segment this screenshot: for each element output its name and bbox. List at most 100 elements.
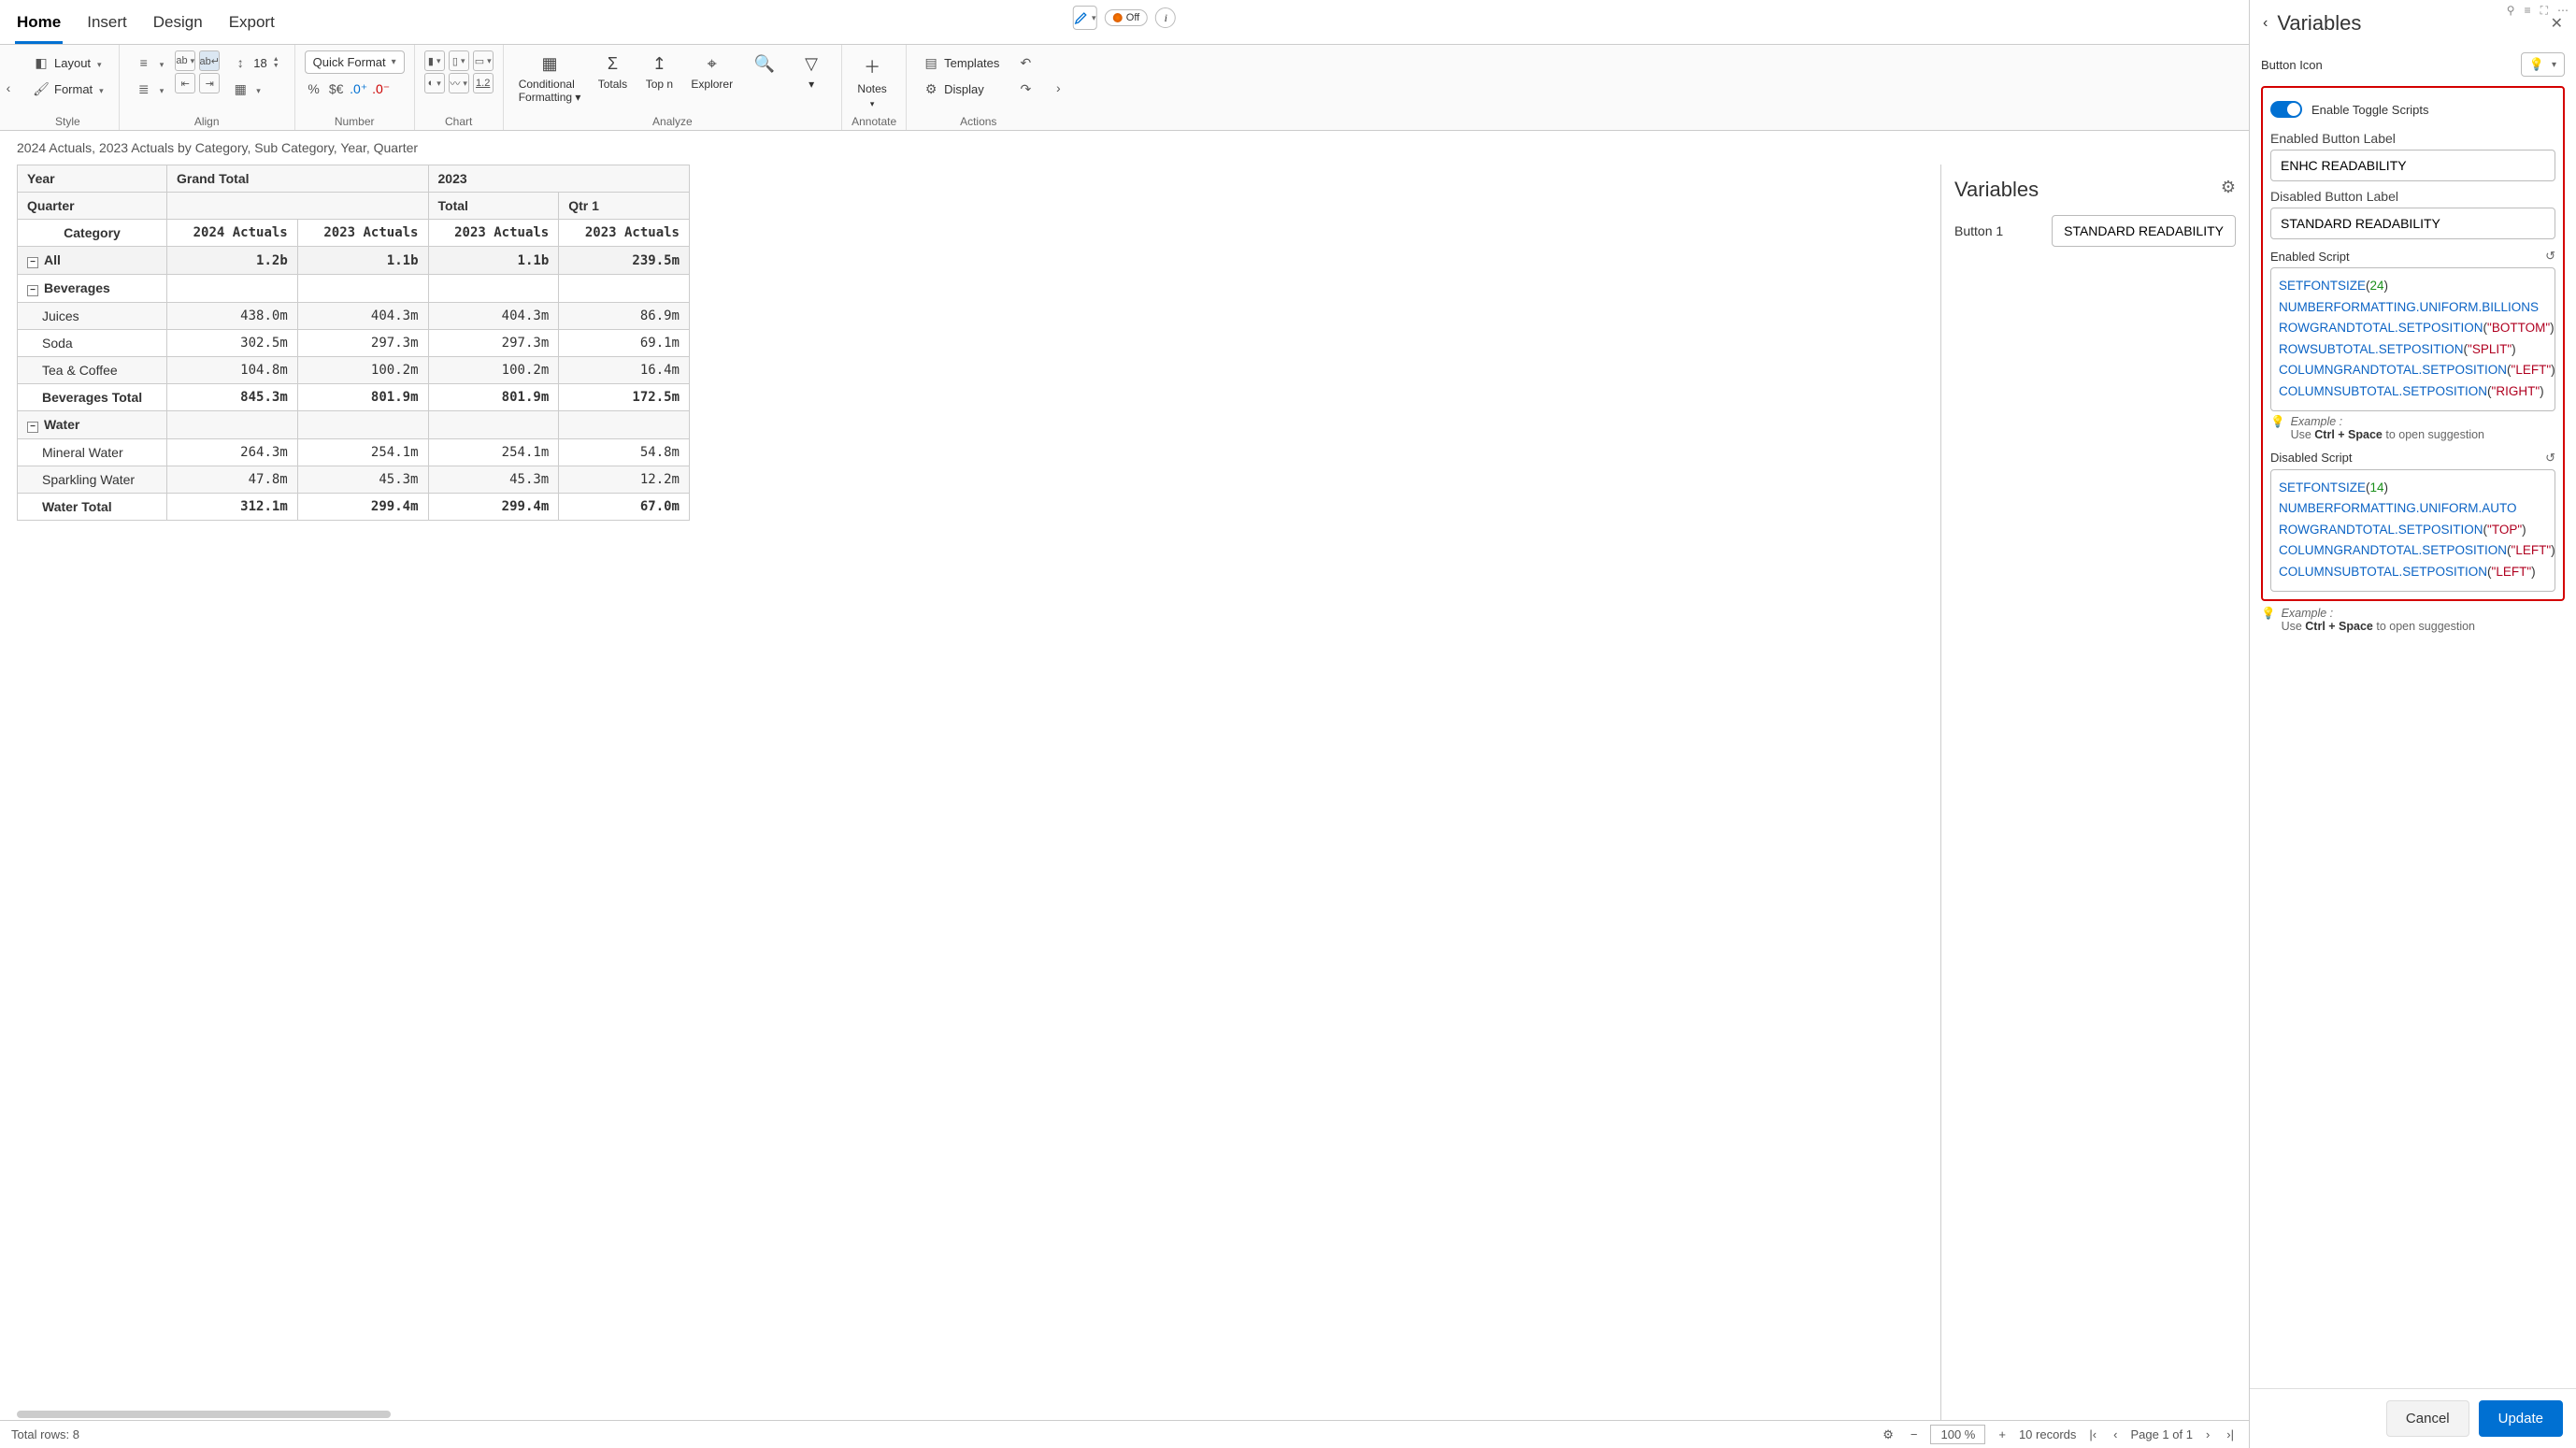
- disabled-button-label: Disabled Button Label: [2270, 189, 2555, 204]
- group-label-chart: Chart: [424, 113, 494, 128]
- status-dot-icon: [1113, 13, 1123, 22]
- variables-preview-panel: ⚙ Variables Button 1 STANDARD READABILIT…: [1940, 165, 2249, 1420]
- status-bar: Total rows: 8 ⚙ − 100 % + 10 records |‹ …: [0, 1420, 2249, 1448]
- filter-icon[interactable]: ≡: [2525, 4, 2531, 18]
- button-icon-select[interactable]: 💡▾: [2521, 52, 2565, 77]
- pin-icon[interactable]: ⚲: [2507, 4, 2515, 18]
- disabled-script-editor[interactable]: SETFONTSIZE(14) NUMBERFORMATTING.UNIFORM…: [2270, 469, 2555, 592]
- totals-button[interactable]: ΣTotals: [592, 50, 633, 94]
- outdent-button[interactable]: ⇤: [175, 73, 195, 93]
- row-soda: Soda302.5m297.3m297.3m69.1m: [18, 330, 690, 357]
- row-beverages-total: Beverages Total845.3m801.9m801.9m172.5m: [18, 384, 690, 411]
- variance-chart-button[interactable]: ◐: [424, 73, 445, 93]
- disabled-button-input[interactable]: [2270, 208, 2555, 239]
- first-page-button[interactable]: |‹: [2085, 1426, 2100, 1443]
- edit-mode-button[interactable]: [1073, 6, 1097, 30]
- info-icon[interactable]: i: [1155, 7, 1176, 28]
- align-center-button[interactable]: ≣: [129, 77, 170, 101]
- stacked-chart-button[interactable]: ▯: [449, 50, 469, 71]
- line-chart-button[interactable]: 〰: [449, 73, 469, 93]
- wrap-text-button[interactable]: ab↵: [199, 50, 220, 71]
- bar-chart-button[interactable]: ▮: [424, 50, 445, 71]
- variable-button-1[interactable]: STANDARD READABILITY: [2052, 215, 2236, 247]
- topn-button[interactable]: ↥Top n: [638, 50, 680, 94]
- group-label-analyze: Analyze: [513, 113, 832, 128]
- toggle-off-label: Off: [1126, 12, 1139, 23]
- tab-home[interactable]: Home: [15, 7, 63, 44]
- expand-icon[interactable]: ⛶: [2540, 4, 2548, 18]
- row-tea: Tea & Coffee104.8m100.2m100.2m16.4m: [18, 357, 690, 384]
- ribbon-nav-left[interactable]: ‹: [0, 45, 17, 130]
- col-2023-actuals-q1: 2023 Actuals: [559, 220, 690, 247]
- horizontal-scrollbar[interactable]: [17, 1411, 1940, 1420]
- row-sparkling: Sparkling Water47.8m45.3m45.3m12.2m: [18, 466, 690, 494]
- tab-insert[interactable]: Insert: [85, 7, 129, 44]
- enable-toggle-switch[interactable]: [2270, 101, 2302, 118]
- toggle-scripts-section: Enable Toggle Scripts Enabled Button Lab…: [2261, 86, 2565, 601]
- tab-export[interactable]: Export: [227, 7, 277, 44]
- scale-button[interactable]: 1.2: [473, 73, 494, 93]
- gear-icon[interactable]: ⚙: [2221, 178, 2236, 197]
- ribbon-group-chart: ▮ ▯ ▭ ◐ 〰 1.2 Chart: [415, 45, 504, 130]
- prev-page-button[interactable]: ‹: [2110, 1426, 2121, 1443]
- currency-button[interactable]: $€: [327, 79, 346, 98]
- percent-button[interactable]: %: [305, 79, 323, 98]
- redo-button[interactable]: ↷: [1010, 77, 1040, 101]
- variables-title: Variables: [1954, 178, 2236, 202]
- settings-icon[interactable]: ⚙: [1879, 1426, 1897, 1444]
- quick-format-select[interactable]: Quick Format▾: [305, 50, 405, 74]
- remove-chart-button[interactable]: ▭: [473, 50, 494, 71]
- col-qtr1: Qtr 1: [559, 193, 690, 220]
- collapse-icon[interactable]: −: [27, 285, 38, 296]
- update-button[interactable]: Update: [2479, 1400, 2563, 1437]
- revert-icon[interactable]: ↺: [2545, 451, 2555, 466]
- templates-button[interactable]: ▤Templates: [916, 50, 1005, 75]
- enabled-button-input[interactable]: [2270, 150, 2555, 181]
- align-left-button[interactable]: ≡: [129, 50, 170, 75]
- border-button[interactable]: ▦: [225, 77, 284, 101]
- panel-title: Variables: [2277, 11, 2361, 36]
- total-rows-label: Total rows: 8: [11, 1427, 79, 1441]
- font-style-ab-button[interactable]: ab: [175, 50, 195, 71]
- undo-button[interactable]: ↶: [1010, 50, 1040, 75]
- format-button[interactable]: 🖌Format: [26, 77, 109, 101]
- enabled-script-editor[interactable]: SETFONTSIZE(24) NUMBERFORMATTING.UNIFORM…: [2270, 267, 2555, 411]
- collapse-icon[interactable]: −: [27, 257, 38, 268]
- col-grand-total: Grand Total: [167, 165, 429, 193]
- last-page-button[interactable]: ›|: [2223, 1426, 2238, 1443]
- filter-button[interactable]: ▽▾: [791, 50, 832, 94]
- records-label: 10 records: [2019, 1427, 2076, 1441]
- row-height-button[interactable]: ↕18 ▲▼: [225, 50, 284, 75]
- next-page-button[interactable]: ›: [2202, 1426, 2213, 1443]
- autorun-toggle[interactable]: Off: [1105, 9, 1148, 26]
- enabled-button-label: Enabled Button Label: [2270, 131, 2555, 146]
- group-label-annotate: Annotate: [852, 113, 896, 128]
- tab-design[interactable]: Design: [151, 7, 205, 44]
- cancel-button[interactable]: Cancel: [2386, 1400, 2469, 1437]
- more-icon[interactable]: ⋯: [2557, 4, 2569, 18]
- col-quarter: Quarter: [18, 193, 167, 220]
- explorer-button[interactable]: ⌖Explorer: [685, 50, 738, 94]
- layout-button[interactable]: ◧Layout: [26, 50, 109, 75]
- back-icon[interactable]: ‹: [2263, 15, 2268, 32]
- decrease-decimal-button[interactable]: .0⁻: [372, 79, 391, 98]
- collapse-icon[interactable]: −: [27, 422, 38, 433]
- search-button[interactable]: 🔍: [744, 50, 785, 78]
- zoom-value[interactable]: 100 %: [1930, 1425, 1985, 1444]
- increase-decimal-button[interactable]: .0⁺: [350, 79, 368, 98]
- revert-icon[interactable]: ↺: [2545, 249, 2555, 264]
- variable-row-button1: Button 1 STANDARD READABILITY: [1954, 215, 2236, 247]
- zoom-in-button[interactable]: +: [1995, 1426, 2010, 1443]
- bulb-icon: 💡: [2529, 57, 2544, 72]
- row-juices: Juices438.0m404.3m404.3m86.9m: [18, 303, 690, 330]
- conditional-formatting-button[interactable]: ▦ConditionalFormatting ▾: [513, 50, 587, 108]
- row-water: −Water: [18, 411, 690, 439]
- enabled-script-label: Enabled Script: [2270, 250, 2350, 264]
- window-controls: ⚲ ≡ ⛶ ⋯: [2507, 4, 2569, 18]
- display-button[interactable]: ⚙Display: [916, 77, 1005, 101]
- row-all: −All 1.2b1.1b1.1b239.5m: [18, 247, 690, 275]
- notes-button[interactable]: ＋Notes▾: [852, 50, 893, 113]
- indent-button[interactable]: ⇥: [199, 73, 220, 93]
- zoom-out-button[interactable]: −: [1907, 1426, 1922, 1443]
- ribbon-nav-right[interactable]: ›: [1050, 45, 1066, 130]
